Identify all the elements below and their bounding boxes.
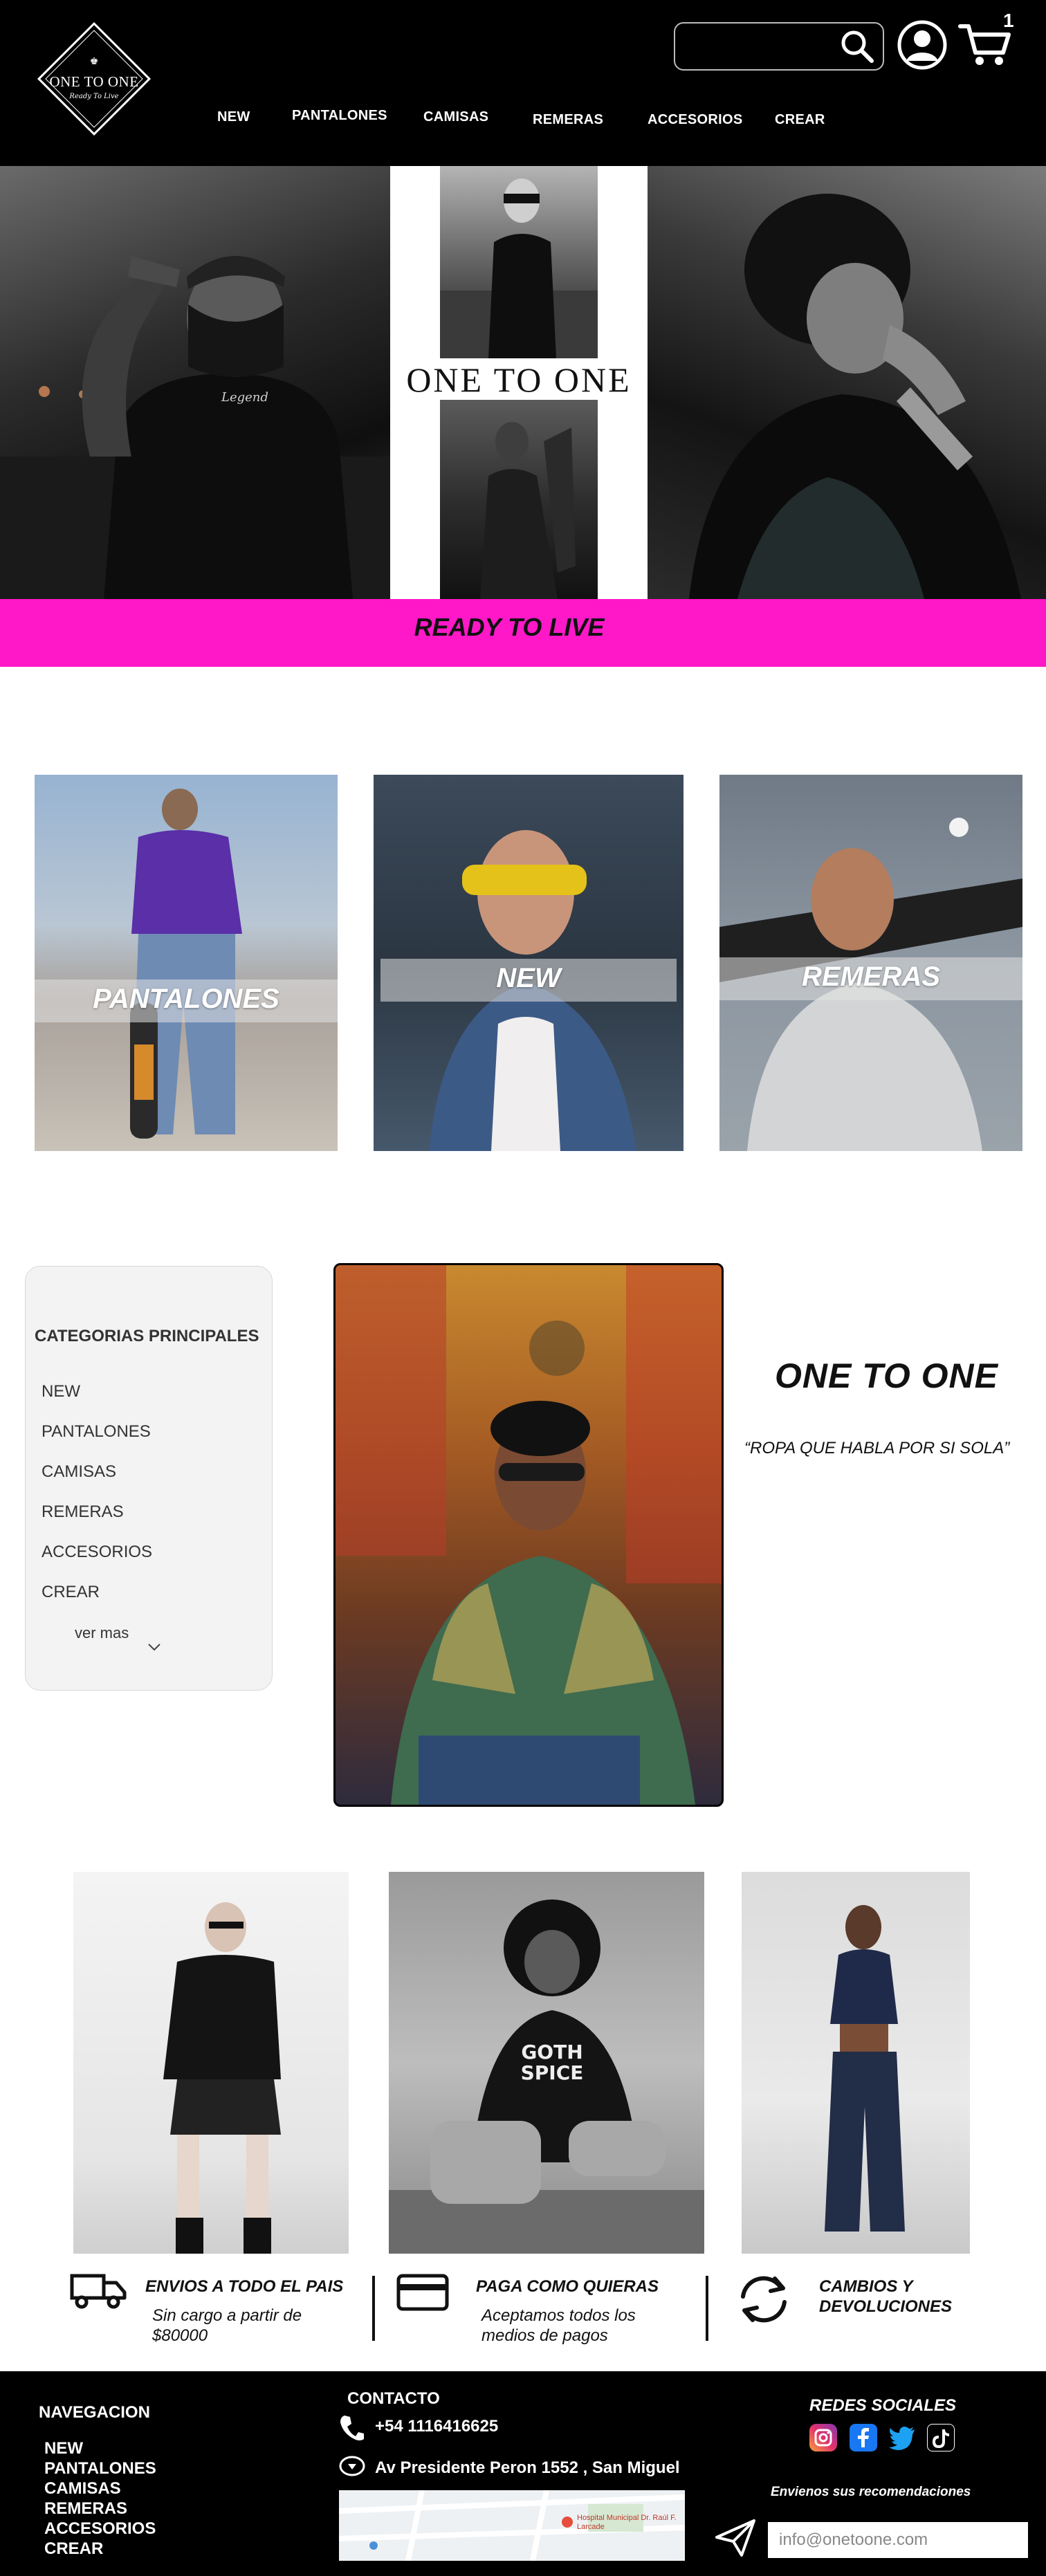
footer-social-title: REDES SOCIALES [809, 2396, 957, 2415]
sidebar-item-crear[interactable]: CREAR [42, 1583, 100, 1602]
hero-photo-right [648, 166, 1046, 599]
footer-link-accesorios[interactable]: ACCESORIOS [44, 2519, 156, 2539]
location-pin-icon [339, 2456, 365, 2476]
tiktok-icon[interactable] [927, 2424, 955, 2451]
sidebar-item-remeras[interactable]: REMERAS [42, 1502, 124, 1522]
newsletter-email-input[interactable] [768, 2522, 1028, 2558]
benefit-shipping-desc-line2: $80000 [152, 2326, 208, 2345]
category-card-pantalones[interactable]: PANTALONES [35, 775, 338, 1151]
refresh-arrows-icon [741, 2276, 787, 2323]
gallery-photo-2: GOTH SPICE [389, 1872, 704, 2254]
brand-logo[interactable]: ♚ ONE TO ONE Ready To Live [37, 21, 152, 141]
gallery-model-2-illustration: GOTH SPICE [389, 1899, 704, 2254]
hero-photo-middle-bottom [440, 400, 598, 599]
sidebar-item-camisas[interactable]: CAMISAS [42, 1462, 116, 1482]
twitter-icon[interactable] [888, 2424, 916, 2451]
sidebar-item-accesorios[interactable]: ACCESORIOS [42, 1543, 152, 1562]
category-label-pantalones: PANTALONES [93, 984, 279, 1014]
footer-phone[interactable]: +54 1116416625 [375, 2417, 498, 2436]
phone-icon [340, 2416, 364, 2440]
logo-tagline: Ready To Live [69, 93, 119, 100]
cart-count-badge: 1 [1003, 10, 1014, 31]
nav-link-remeras[interactable]: REMERAS [533, 112, 603, 128]
benefit-shipping-desc-line1: Sin cargo a partir de [152, 2306, 302, 2325]
logo-text: ONE TO ONE [49, 73, 139, 90]
site-header [0, 0, 1046, 166]
benefit-payment-title: PAGA COMO QUIERAS [476, 2277, 659, 2296]
sidebar-item-new[interactable]: NEW [42, 1382, 80, 1401]
category-card-remeras[interactable]: REMERAS [719, 775, 1022, 1151]
svg-text:Legend: Legend [221, 390, 268, 405]
footer-address[interactable]: Av Presidente Peron 1552 , San Miguel [375, 2458, 680, 2478]
truck-icon [70, 2274, 127, 2309]
footer-link-crear[interactable]: CREAR [44, 2539, 103, 2559]
footer-link-camisas[interactable]: CAMISAS [44, 2479, 121, 2499]
svg-text:SPICE: SPICE [521, 2061, 584, 2084]
facebook-icon[interactable] [850, 2424, 877, 2451]
logo-crown-icon: ♚ [89, 55, 99, 66]
category-label-new: NEW [496, 963, 561, 993]
benefit-returns-title-line2: DEVOLUCIONES [819, 2297, 953, 2316]
map-place-label: Hospital Municipal Dr. Raúl F. Larcade [577, 2514, 677, 2531]
see-more-link[interactable]: ver mas [75, 1624, 129, 1642]
gallery-photo-3 [742, 1872, 970, 2254]
svg-text:GOTH: GOTH [521, 2041, 582, 2063]
nav-link-crear[interactable]: CREAR [775, 112, 825, 128]
search-icon[interactable] [838, 28, 876, 65]
benefit-payment-desc-line2: medios de pagos [481, 2326, 608, 2345]
hero-brand-title: ONE TO ONE [406, 360, 632, 399]
category-card-pantalones-illustration [130, 789, 242, 1139]
promo-banner-text: READY TO LIVE [414, 613, 605, 641]
hero-photo-left: Legend [0, 166, 390, 599]
chevron-down-icon[interactable] [147, 1642, 162, 1652]
feature-quote: “ROPA QUE HABLA POR SI SOLA” [744, 1439, 1010, 1457]
gallery-model-1-illustration [163, 1902, 281, 2254]
nav-link-pantalones[interactable]: PANTALONES [292, 108, 387, 124]
main-categories-title: CATEGORIAS PRINCIPALES [35, 1327, 259, 1345]
hero-model-mid-bottom-illustration [480, 422, 576, 599]
nav-link-new[interactable]: NEW [217, 109, 250, 125]
user-account-icon[interactable] [897, 19, 948, 71]
nav-link-camisas[interactable]: CAMISAS [423, 109, 488, 125]
footer-link-pantalones[interactable]: PANTALONES [44, 2459, 156, 2478]
benefit-divider [372, 2276, 375, 2341]
gallery-model-3-illustration [825, 1905, 905, 2232]
feature-brand-title: ONE TO ONE [775, 1356, 999, 1395]
featured-photo [333, 1263, 724, 1807]
category-card-new[interactable]: NEW [374, 775, 683, 1151]
hero-model-mid-top-illustration [440, 178, 598, 358]
benefit-divider [706, 2276, 708, 2341]
footer-nav-title: NAVEGACION [39, 2403, 150, 2422]
footer-contact-title: CONTACTO [347, 2389, 440, 2408]
benefit-returns-title-line1: CAMBIOS Y [819, 2277, 913, 2296]
nav-link-accesorios[interactable]: ACCESORIOS [648, 112, 742, 128]
category-label-remeras: REMERAS [801, 962, 941, 992]
footer-link-new[interactable]: NEW [44, 2439, 83, 2458]
hero-model-left-illustration: Legend [0, 256, 390, 599]
credit-card-icon [396, 2274, 449, 2311]
location-map[interactable]: Hospital Municipal Dr. Raúl F. Larcade [339, 2490, 685, 2561]
gallery-photo-1 [73, 1872, 349, 2254]
newsletter-label: Envienos sus recomendaciones [771, 2485, 971, 2499]
benefit-shipping-title: ENVIOS A TODO EL PAIS [145, 2277, 344, 2296]
hero-model-right-illustration [689, 194, 1021, 599]
hero-photo-middle-top [440, 166, 598, 358]
send-paper-plane-icon[interactable] [714, 2518, 757, 2558]
benefit-payment-desc-line1: Aceptamos todos los [481, 2306, 636, 2325]
featured-model-illustration [336, 1265, 722, 1805]
instagram-icon[interactable] [809, 2424, 837, 2451]
sidebar-item-pantalones[interactable]: PANTALONES [42, 1422, 151, 1442]
footer-link-remeras[interactable]: REMERAS [44, 2499, 127, 2519]
